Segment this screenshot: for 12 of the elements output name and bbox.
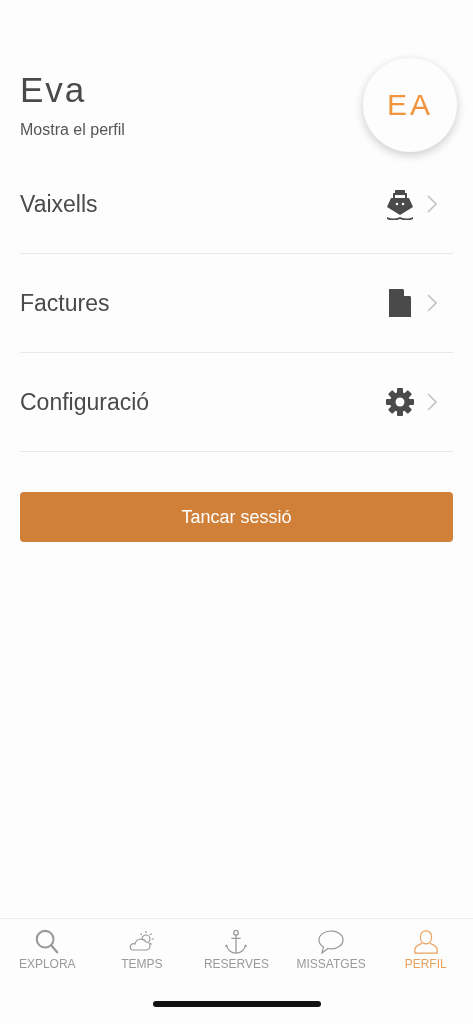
tab[interactable]: TEMPS bbox=[94, 929, 190, 988]
tab[interactable]: EXPLORA bbox=[0, 929, 95, 988]
tab[interactable]: RESERVES bbox=[189, 929, 284, 988]
tab[interactable]: PERFIL bbox=[378, 929, 473, 988]
view-profile-link[interactable]: Mostra el perfil bbox=[20, 120, 125, 140]
avatar[interactable]: EA bbox=[363, 58, 457, 152]
tab[interactable]: MISSATGES bbox=[283, 929, 379, 988]
menu-item[interactable]: Factures bbox=[20, 254, 453, 353]
logout-button[interactable]: Tancar sessió bbox=[20, 492, 453, 542]
user-name: Eva bbox=[20, 70, 88, 110]
menu-item[interactable]: Configuració bbox=[20, 353, 453, 452]
menu-item[interactable]: Vaixells bbox=[20, 155, 453, 254]
